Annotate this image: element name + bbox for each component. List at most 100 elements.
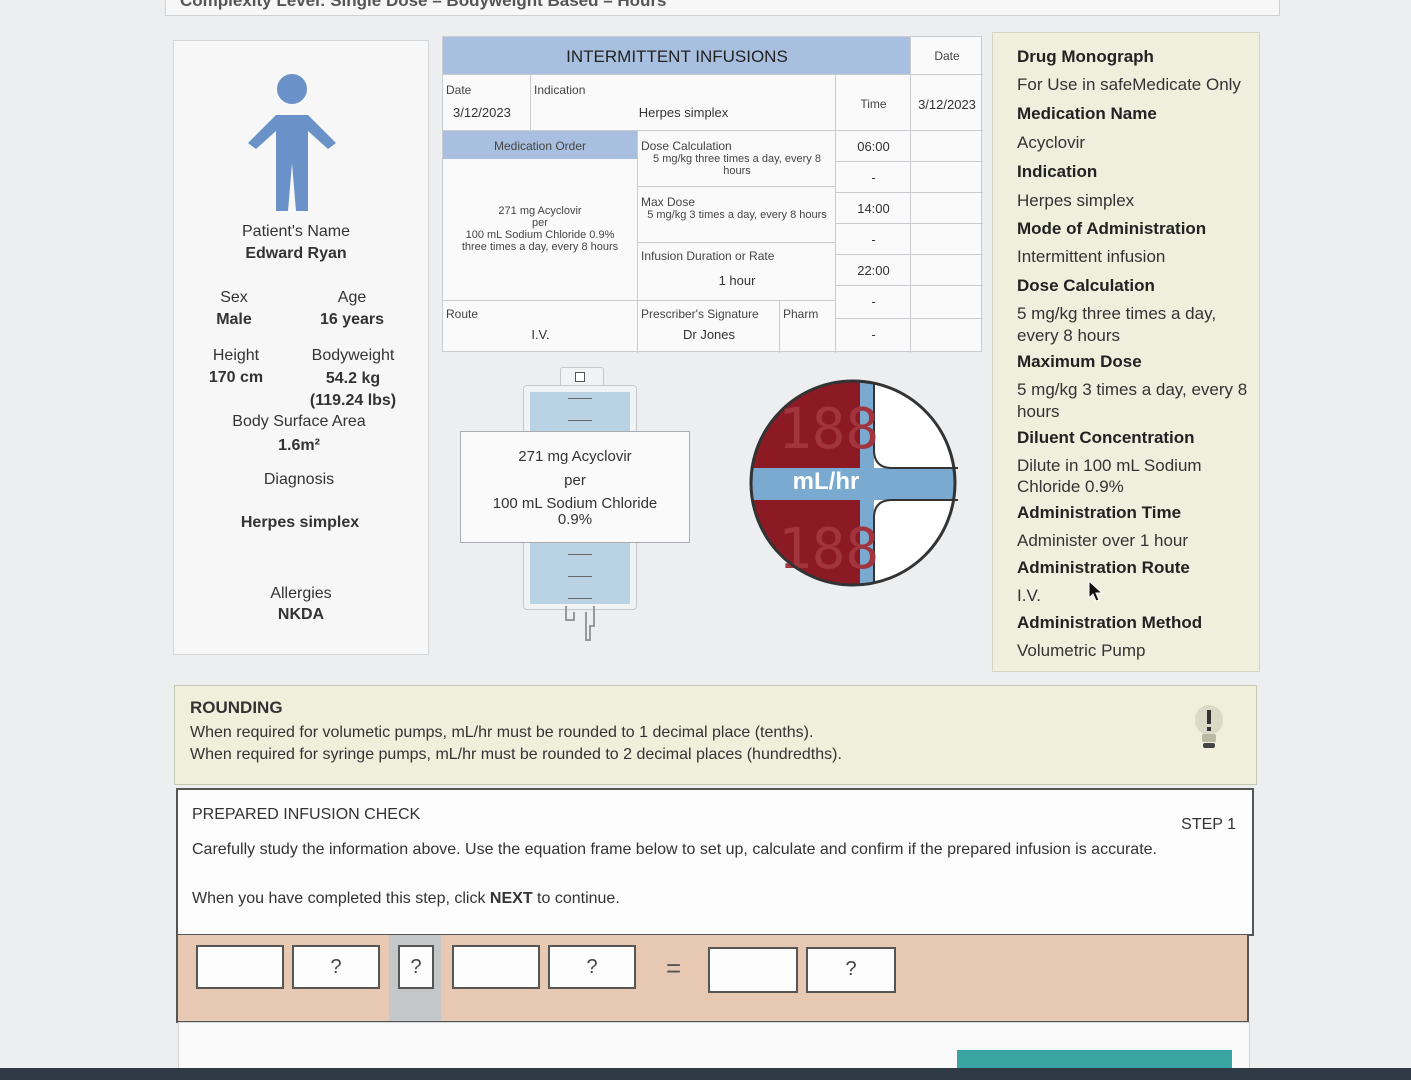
equation-frame: ? ? ? = ?: [176, 935, 1249, 1023]
time-row: -: [836, 319, 911, 353]
allergies-label: Allergies: [270, 585, 332, 602]
time-label: Time: [860, 97, 887, 111]
admin-cell[interactable]: [911, 162, 983, 193]
monograph-subtitle: For Use in safeMedicate Only: [1017, 75, 1241, 94]
admin-route-heading: Administration Route: [1017, 558, 1190, 577]
date-column-label: Date: [934, 49, 960, 63]
chart-title: INTERMITTENT INFUSIONS: [566, 47, 788, 66]
order-line-2: per: [532, 217, 548, 229]
drug-monograph: Drug Monograph For Use in safeMedicate O…: [992, 32, 1260, 672]
sex-value: Male: [216, 311, 252, 328]
time-value: 22:00: [857, 263, 890, 278]
admin-cell[interactable]: [911, 255, 983, 286]
next-instruction-post: to continue.: [532, 890, 620, 907]
admin-cell[interactable]: [911, 224, 983, 255]
alert-lightbulb-icon: [1195, 705, 1223, 748]
check-instructions: Carefully study the information above. U…: [192, 841, 1157, 858]
diagnosis-label: Diagnosis: [263, 471, 335, 488]
equation-unit-select-2[interactable]: ?: [548, 945, 636, 989]
time-value: -: [871, 232, 876, 247]
dose-calc-cell: Dose Calculation 5 mg/kg three times a d…: [638, 131, 836, 187]
route-value: I.V.: [531, 327, 550, 342]
time-row: 06:00: [836, 131, 911, 162]
admin-time-heading: Administration Time: [1017, 503, 1182, 522]
bodyweight-label: Bodyweight: [311, 347, 395, 364]
dose-calc-label: Dose Calculation: [641, 139, 732, 153]
date-column-value-cell: 3/12/2023: [911, 75, 983, 131]
max-dose-line-1: 5 mg/kg 3 times a day, every 8: [1017, 380, 1248, 399]
prescriber-value: Dr Jones: [682, 327, 736, 342]
dose-heading: Dose Calculation: [1017, 276, 1155, 295]
medication-name-heading: Medication Name: [1017, 104, 1157, 123]
equation-unit-select-1[interactable]: ?: [292, 945, 380, 989]
pharm-label: Pharm: [783, 307, 819, 321]
max-dose-label: Max Dose: [641, 195, 696, 209]
max-dose-cell: Max Dose 5 mg/kg 3 times a day, every 8 …: [638, 187, 836, 243]
admin-method-value: Volumetric Pump: [1017, 641, 1146, 660]
bodyweight-value: 54.2 kg: [325, 370, 381, 387]
admin-cell[interactable]: [911, 286, 983, 319]
patient-name-label: Patient's Name: [242, 223, 350, 240]
person-icon: [248, 74, 336, 211]
iv-bag-tick: [568, 554, 592, 555]
rounding-line-2: When required for syringe pumps, mL/hr m…: [190, 746, 842, 763]
diluent-line-1: Dilute in 100 mL Sodium: [1017, 456, 1202, 475]
pump-display-bottom: 188: [778, 517, 879, 582]
monograph-title: Drug Monograph: [1017, 47, 1154, 66]
indication-value: Herpes simplex: [638, 105, 729, 120]
max-dose-value: 5 mg/kg 3 times a day, every 8 hours: [647, 209, 827, 221]
patient-panel: Patient's Name Edward Ryan Sex Male Age …: [173, 40, 429, 655]
time-row: 14:00: [836, 193, 911, 224]
route-label: Route: [446, 307, 479, 321]
pharm-cell: Pharm: [780, 301, 836, 353]
duration-cell: Infusion Duration or Rate 1 hour: [638, 243, 836, 301]
check-next-instruction: When you have completed this step, click…: [192, 890, 620, 908]
iv-bag-hole: [575, 372, 585, 382]
age-value: 16 years: [319, 311, 385, 328]
page-header: Complexity Level: Single Dose – Bodyweig…: [165, 0, 1280, 16]
date-value: 3/12/2023: [453, 105, 511, 120]
rounding-title: ROUNDING: [190, 698, 283, 717]
equation-result-input[interactable]: [708, 947, 798, 993]
diagnosis-value: Herpes simplex: [240, 514, 360, 531]
iv-bag-tick: [568, 398, 592, 399]
max-dose-heading: Maximum Dose: [1017, 352, 1142, 371]
pump-display[interactable]: 188 188 mL/hr: [748, 378, 958, 588]
admin-cell[interactable]: [911, 193, 983, 224]
time-value: -: [871, 170, 876, 185]
diluent-line-2: Chloride 0.9%: [1017, 477, 1124, 496]
medication-order-cell: Medication Order 271 mg Acyclovir per 10…: [443, 131, 638, 301]
time-row: -: [836, 286, 911, 319]
equation-operator-select[interactable]: ?: [398, 945, 434, 989]
equation-result-unit-select[interactable]: ?: [806, 947, 896, 993]
check-title: PREPARED INFUSION CHECK: [192, 806, 421, 823]
time-row: -: [836, 162, 911, 193]
time-value: 14:00: [857, 201, 890, 216]
indication-label: Indication: [534, 83, 586, 97]
bodyweight-lbs: (119.24 lbs): [309, 392, 397, 409]
iv-bag-tick: [568, 576, 592, 577]
age-label: Age: [337, 289, 367, 306]
indication-heading: Indication: [1017, 162, 1098, 181]
next-instruction-pre: When you have completed this step, click: [192, 890, 490, 907]
patient-name: Edward Ryan: [245, 245, 347, 262]
diluent-heading: Diluent Concentration: [1017, 428, 1195, 447]
equation-input-1[interactable]: [196, 945, 284, 989]
admin-route-value: I.V.: [1017, 586, 1041, 605]
time-value: -: [871, 294, 876, 309]
bsa-value: 1.6m²: [278, 437, 320, 454]
admin-cell[interactable]: [911, 319, 983, 353]
prescriber-cell: Prescriber's Signature Dr Jones: [638, 301, 780, 353]
prepared-infusion-check: PREPARED INFUSION CHECK STEP 1 Carefully…: [176, 788, 1254, 936]
screen-bezel: [0, 1068, 1411, 1080]
allergies-value: NKDA: [277, 606, 325, 623]
admin-cell[interactable]: [911, 131, 983, 162]
height-label: Height: [212, 347, 260, 364]
equation-input-2[interactable]: [452, 945, 540, 989]
indication-value: Herpes simplex: [1017, 191, 1135, 210]
date-column-value: 3/12/2023: [918, 97, 976, 112]
time-value: -: [871, 327, 876, 342]
prescriber-label: Prescriber's Signature: [641, 307, 759, 321]
admin-time-value: Administer over 1 hour: [1017, 531, 1189, 550]
next-instruction-word: NEXT: [489, 890, 533, 907]
